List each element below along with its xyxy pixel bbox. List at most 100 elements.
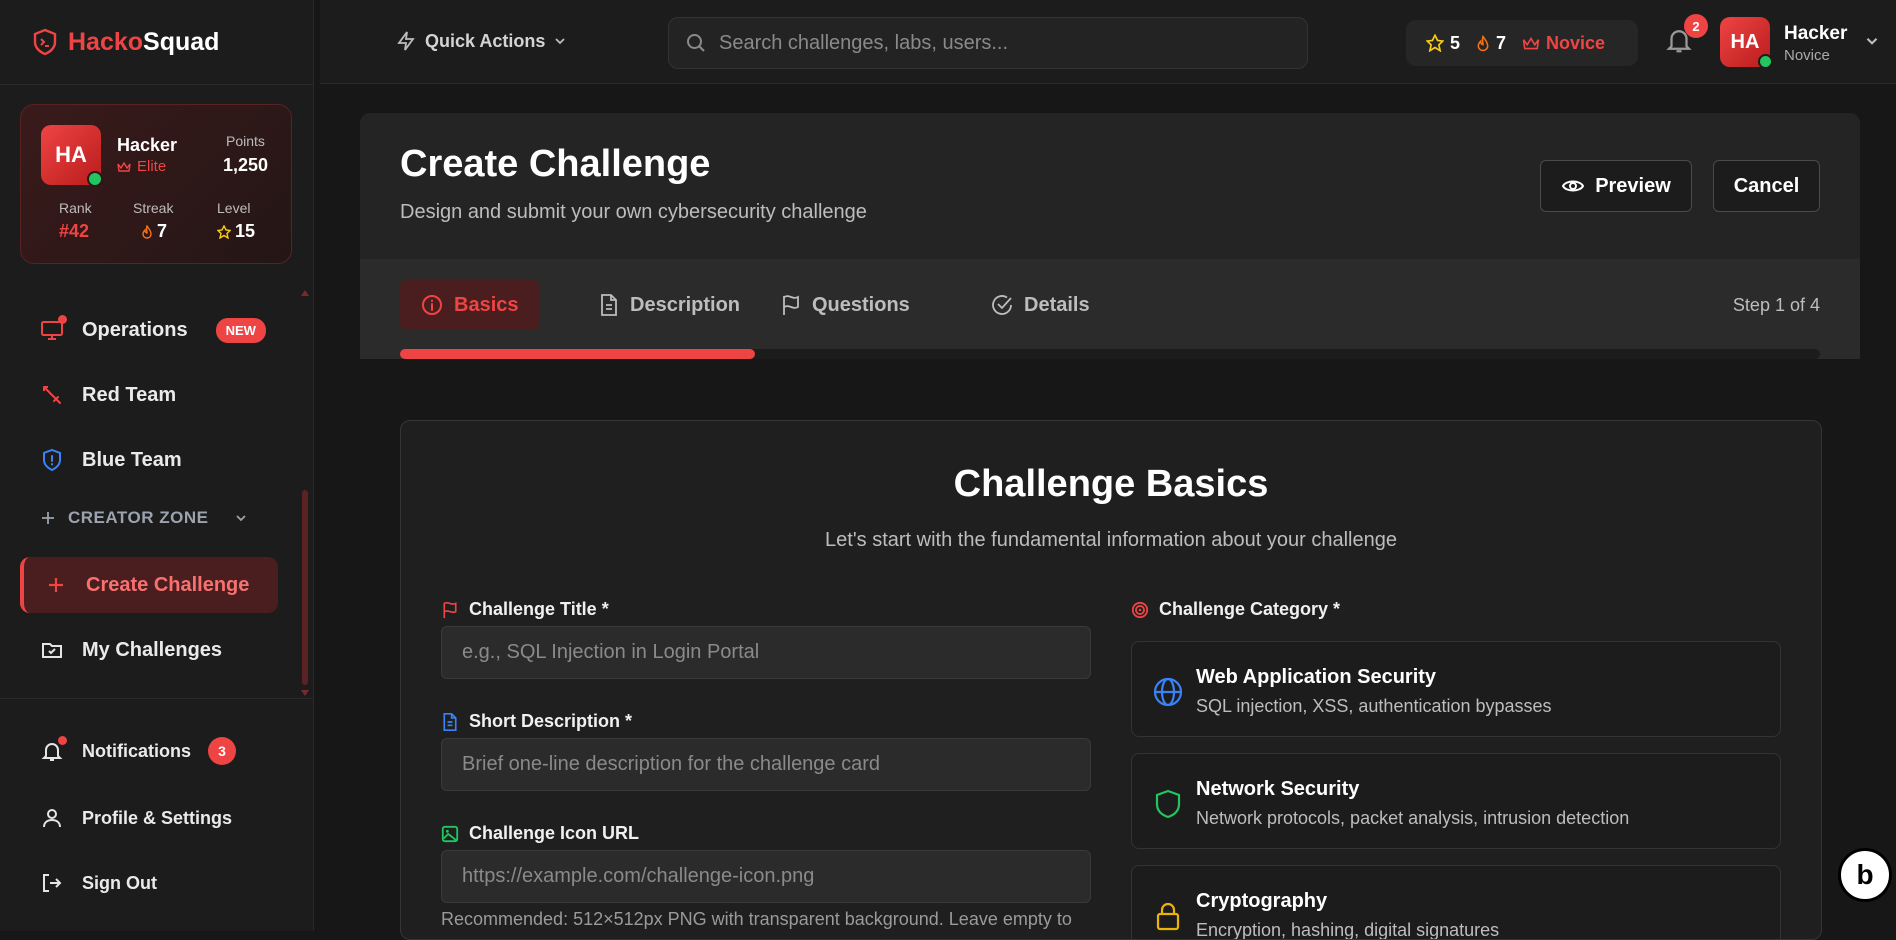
bell-icon	[40, 736, 67, 763]
eye-icon	[1562, 180, 1585, 192]
notifications-count-badge: 3	[208, 737, 236, 765]
short-description-input[interactable]	[441, 738, 1091, 791]
level-value: 15	[217, 221, 255, 242]
sidebar: HackoSquad HA Hacker Elite Points 1,250 …	[0, 0, 314, 931]
folder-check-icon	[40, 638, 64, 662]
divider	[0, 84, 313, 85]
tab-label: Description	[630, 293, 741, 316]
category-option-web[interactable]: Web Application Security SQL injection, …	[1131, 641, 1781, 737]
search-input[interactable]	[719, 31, 1279, 55]
icon-url-input[interactable]	[441, 850, 1091, 903]
sidebar-item-create-challenge[interactable]: Create Challenge	[20, 557, 278, 613]
user-stats-pill[interactable]: 5 7 Novice	[1406, 20, 1638, 66]
scroll-down-arrow[interactable]	[301, 690, 309, 696]
tab-questions[interactable]: Questions	[760, 280, 930, 330]
rank-value: #42	[59, 221, 90, 241]
check-circle-icon	[992, 295, 1012, 315]
tab-label: Questions	[812, 293, 910, 316]
challenge-title-input[interactable]	[441, 626, 1091, 679]
streak-label: Streak	[133, 200, 174, 216]
category-title: Network Security	[1196, 778, 1360, 800]
tab-details[interactable]: Details	[970, 280, 1110, 330]
category-option-network[interactable]: Network Security Network protocols, pack…	[1131, 753, 1781, 849]
quick-actions-button[interactable]: Quick Actions	[395, 30, 567, 52]
streak-value: 7	[141, 221, 167, 242]
chevron-down-icon[interactable]	[1864, 33, 1880, 49]
sidebar-item-my-challenges[interactable]: My Challenges	[20, 622, 278, 678]
step-tabs: Basics Description Questions Details Ste…	[360, 259, 1860, 359]
sidebar-item-blue-team[interactable]: Blue Team	[20, 432, 278, 488]
new-badge: NEW	[215, 317, 266, 343]
section-title: Challenge Basics	[953, 463, 1269, 505]
icon-url-hint: Recommended: 512×512px PNG with transpar…	[441, 909, 1072, 929]
preview-label: Preview	[1595, 174, 1671, 197]
sidebar-item-notifications[interactable]: Notifications 3	[20, 723, 278, 779]
rank-label: Rank	[59, 200, 92, 216]
creator-zone-header[interactable]: CREATOR ZONE	[40, 508, 248, 528]
shield-icon	[1155, 789, 1181, 819]
category-title: Web Application Security	[1196, 666, 1437, 688]
icon-url-field-label: Challenge Icon URL	[441, 823, 639, 844]
user-tier: Novice	[1784, 47, 1830, 64]
notification-count-badge: 2	[1684, 14, 1708, 38]
topbar: Quick Actions 5 7 Novice 2 HA Hacker Nov…	[320, 0, 1896, 84]
sword-icon	[40, 383, 64, 407]
tab-label: Basics	[454, 293, 519, 316]
online-status-dot	[87, 171, 103, 187]
plus-icon	[42, 512, 54, 524]
category-title: Cryptography	[1196, 890, 1328, 912]
points-value: 1,250	[223, 155, 269, 175]
preview-button[interactable]: Preview	[1540, 160, 1692, 212]
quick-actions-label: Quick Actions	[425, 30, 546, 51]
title-field-label: Challenge Title *	[441, 599, 609, 620]
tab-basics[interactable]: Basics	[400, 280, 539, 330]
description-field-label: Short Description *	[441, 711, 632, 732]
sidebar-item-red-team[interactable]: Red Team	[20, 367, 278, 423]
profile-card[interactable]: HA Hacker Elite Points 1,250 Rank #42 St…	[20, 104, 292, 264]
star-icon	[217, 224, 231, 239]
sidebar-item-label: Operations	[82, 318, 188, 341]
sidebar-item-label: Create Challenge	[86, 573, 250, 596]
cancel-button[interactable]: Cancel	[1713, 160, 1820, 212]
category-field-label: Challenge Category *	[1131, 599, 1340, 620]
sidebar-item-sign-out[interactable]: Sign Out	[20, 855, 278, 911]
crown-icon	[117, 161, 131, 172]
streak-stat: 7	[1476, 33, 1506, 54]
cancel-label: Cancel	[1733, 174, 1800, 197]
profile-tier: Elite	[117, 158, 166, 175]
page-subtitle: Design and submit your own cybersecurity…	[400, 201, 867, 223]
crown-icon	[1522, 36, 1540, 49]
tier-stat: Novice	[1522, 33, 1605, 54]
star-icon	[1426, 34, 1444, 52]
brand-name: HackoSquad	[68, 27, 220, 56]
built-with-bolt-badge[interactable]: b	[1838, 848, 1892, 902]
category-option-crypto[interactable]: Cryptography Encryption, hashing, digita…	[1131, 865, 1781, 940]
sidebar-item-label: Sign Out	[82, 872, 157, 893]
category-description: Network protocols, packet analysis, intr…	[1196, 808, 1630, 828]
monitor-icon	[40, 315, 67, 342]
lock-icon	[1156, 902, 1180, 931]
tab-label: Details	[1024, 293, 1090, 316]
scroll-up-arrow[interactable]	[301, 290, 309, 296]
level-label: Level	[217, 200, 251, 216]
divider	[0, 698, 313, 699]
form-card: Challenge Basics Let's start with the fu…	[400, 420, 1822, 940]
logo[interactable]: HackoSquad	[32, 27, 219, 57]
category-description: Encryption, hashing, digital signatures	[1196, 920, 1500, 940]
sidebar-item-label: Profile & Settings	[82, 807, 233, 828]
user-name[interactable]: Hacker	[1784, 23, 1847, 45]
search-bar[interactable]	[668, 17, 1308, 69]
sidebar-item-profile-settings[interactable]: Profile & Settings	[20, 790, 278, 846]
sidebar-item-operations[interactable]: Operations NEW	[20, 302, 278, 358]
step-indicator: Step 1 of 4	[1732, 295, 1820, 315]
tab-description[interactable]: Description	[578, 280, 760, 330]
sidebar-item-label: Red Team	[82, 383, 177, 406]
lightning-icon	[397, 31, 415, 51]
shield-terminal-icon	[33, 28, 57, 56]
document-icon	[601, 294, 617, 316]
shield-alert-icon	[40, 448, 64, 472]
info-icon	[422, 295, 442, 315]
sidebar-scrollbar[interactable]	[302, 490, 308, 685]
category-description: SQL injection, XSS, authentication bypas…	[1196, 696, 1552, 716]
progress-fill	[400, 349, 755, 359]
